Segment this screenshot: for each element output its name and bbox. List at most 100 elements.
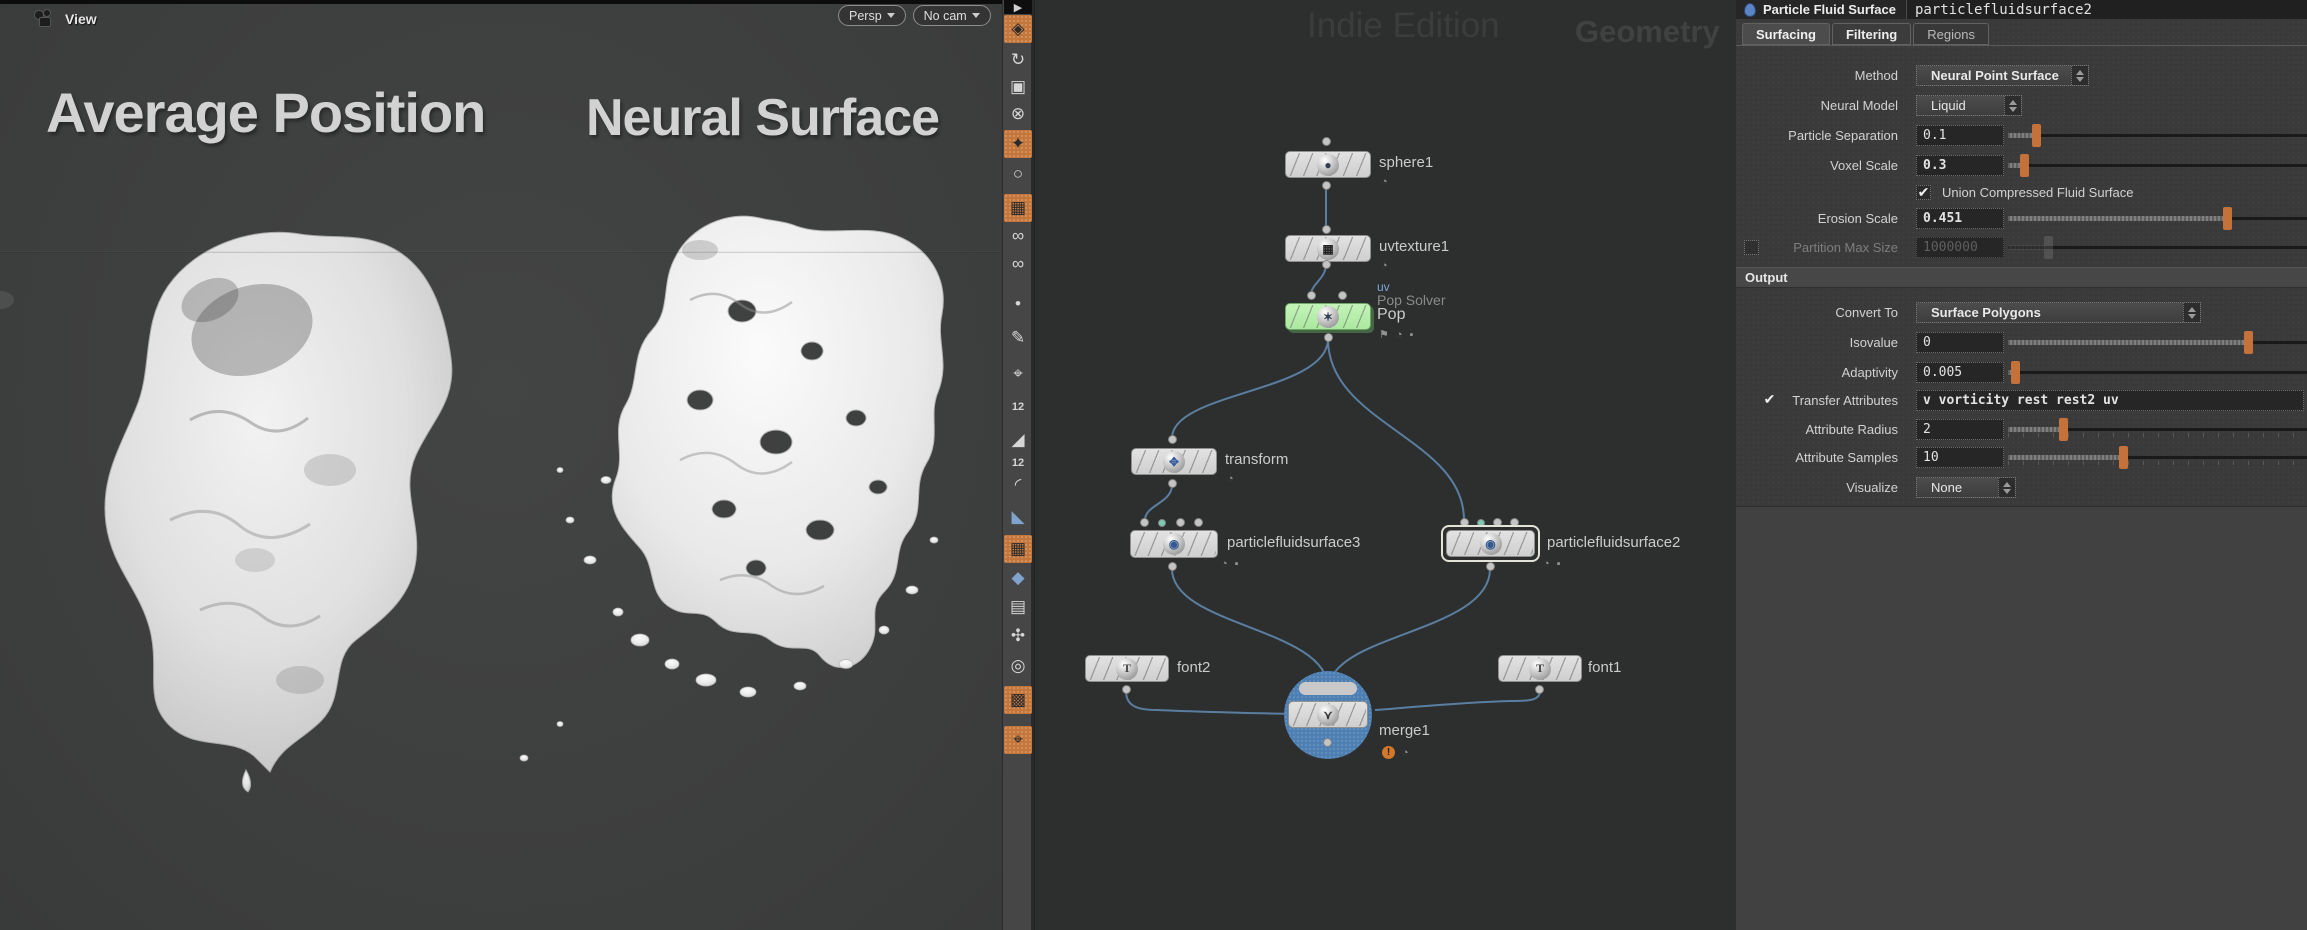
node-output-dot[interactable] (1168, 479, 1177, 488)
lighting-icon[interactable]: ○ (1004, 160, 1032, 188)
clock-badge-icon: ◔ (1543, 558, 1550, 570)
node-input-dot[interactable] (1140, 518, 1149, 527)
wireframe-ghost-icon[interactable]: ▦ (1004, 535, 1032, 563)
clock-badge-icon: ◔ (1396, 329, 1403, 341)
fluid-surface-node-icon: ◉ (1480, 533, 1502, 555)
method-dropdown[interactable]: Neural Point Surface (1916, 65, 2089, 86)
node-name-field[interactable]: particlefluidsurface2 (1906, 0, 2307, 19)
spinner-icon[interactable] (2183, 303, 2200, 322)
node-input-dot[interactable] (1338, 291, 1347, 300)
voxel-scale-slider[interactable] (2008, 155, 2307, 176)
particle-sprites-icon[interactable]: ✣ (1004, 622, 1032, 650)
node-label-pop: Pop (1377, 306, 1405, 324)
smooth-shaded-icon[interactable]: ▦ (1004, 194, 1032, 222)
display-points-icon[interactable]: • (1004, 290, 1032, 318)
point-normals-icon[interactable]: ✎ (1004, 324, 1032, 352)
playbar-expand-icon[interactable]: ▶ (1004, 0, 1032, 14)
disable-lighting-icon[interactable]: ⊗ (1004, 100, 1032, 128)
background-image-icon[interactable]: ▩ (1004, 686, 1032, 714)
node-particlefluidsurface2[interactable]: ◉ (1446, 530, 1535, 557)
particle-separation-slider[interactable] (2008, 125, 2307, 146)
node-output-dot[interactable] (1322, 181, 1331, 190)
overlay-text-icon[interactable]: ◎ (1004, 652, 1032, 680)
spinner-icon[interactable] (2071, 66, 2088, 85)
chevron-down-icon (887, 13, 895, 18)
neural-model-dropdown[interactable]: Liquid (1916, 95, 2022, 116)
scene-viewport[interactable]: View Persp No cam Average Position Neura… (0, 0, 1002, 930)
flag-badge-icon[interactable]: ⚑ (1379, 328, 1389, 341)
node-output-dot[interactable] (1486, 562, 1495, 571)
node-transform[interactable]: ✥ (1131, 448, 1217, 475)
lock-icon[interactable]: ▣ (1004, 73, 1032, 101)
node-input-dot[interactable] (1322, 225, 1331, 234)
adaptivity-field[interactable]: 0.005 (1916, 362, 2004, 383)
erosion-scale-slider[interactable] (2008, 208, 2307, 229)
param-row-union-compressed: ✔ Union Compressed Fluid Surface (1736, 182, 2307, 203)
node-output-dot[interactable] (1322, 260, 1331, 269)
sphere-node-icon: ● (1317, 154, 1339, 176)
node-output-dot[interactable] (1535, 685, 1544, 694)
node-label-font1: font1 (1588, 659, 1621, 676)
isovalue-field[interactable]: 0 (1916, 332, 2004, 353)
node-font2[interactable]: T (1085, 655, 1169, 682)
attribute-radius-field[interactable]: 2 (1916, 419, 2004, 440)
node-input-dot-uv[interactable] (1158, 519, 1166, 527)
node-font1[interactable]: T (1498, 655, 1582, 682)
spinner-icon[interactable] (1998, 478, 2015, 497)
visualize-dropdown[interactable]: None (1916, 477, 2016, 498)
view-tool-icon[interactable]: ◈ (1004, 15, 1032, 43)
clock-badge-icon: ◔ (1221, 558, 1228, 570)
view-tool-indicator[interactable]: View (34, 10, 97, 28)
ghost-objects-icon[interactable]: ∞ (1004, 222, 1032, 250)
node-particlefluidsurface3[interactable]: ◉ (1130, 530, 1218, 558)
warning-badge-icon[interactable]: ! (1382, 746, 1395, 759)
node-input-dot[interactable] (1176, 518, 1185, 527)
transform-node-icon: ✥ (1163, 451, 1185, 473)
network-editor[interactable]: Indie Edition Geometry ● sphere1 ◔ (1035, 0, 1736, 930)
convert-to-dropdown[interactable]: Surface Polygons (1916, 302, 2201, 323)
tab-regions[interactable]: Regions (1913, 23, 1989, 45)
hide-objects-icon[interactable]: ∞ (1004, 250, 1032, 278)
profile-curves-icon[interactable]: ◜ (1004, 471, 1032, 499)
orbit-tool-icon[interactable]: ↻ (1004, 46, 1032, 74)
tab-filtering[interactable]: Filtering (1832, 23, 1911, 45)
attribute-samples-slider[interactable] (2008, 447, 2307, 468)
headlight-icon[interactable]: ✦ (1004, 130, 1032, 158)
param-row-erosion-scale: Erosion Scale 0.451 (1736, 208, 2307, 229)
node-input-dot[interactable] (1194, 518, 1203, 527)
multi-texture-icon[interactable]: ◆ (1004, 564, 1032, 592)
display-flags-icon[interactable]: ▤ (1004, 593, 1032, 621)
isovalue-slider[interactable] (2008, 332, 2307, 353)
node-merge1[interactable]: ⋎ (1288, 701, 1368, 728)
voxel-scale-field[interactable]: 0.3 (1916, 155, 2004, 176)
shaded-normals-icon[interactable]: ◣ (1004, 503, 1032, 531)
node-output-dot[interactable] (1122, 685, 1131, 694)
node-input-dot[interactable] (1307, 291, 1316, 300)
node-output-dot[interactable] (1168, 562, 1177, 571)
parameter-panel: Particle Fluid Surface particlefluidsurf… (1736, 0, 2307, 930)
transfer-attributes-field[interactable]: v vorticity rest rest2 uv (1916, 390, 2304, 411)
union-compressed-checkbox[interactable]: ✔ (1916, 185, 1931, 200)
point-markers-icon[interactable]: ⌖ (1004, 360, 1032, 388)
attribute-samples-field[interactable]: 10 (1916, 447, 2004, 468)
erosion-scale-field[interactable]: 0.451 (1916, 208, 2004, 229)
perspective-menu-button[interactable]: Persp (838, 5, 906, 26)
particle-separation-field[interactable]: 0.1 (1916, 125, 2004, 146)
node-sphere1[interactable]: ● (1285, 151, 1371, 178)
node-output-dot[interactable] (1323, 738, 1332, 747)
clock-badge-icon: ◔ (1227, 473, 1234, 485)
node-input-dot[interactable] (1322, 137, 1331, 146)
clock-badge-icon: ◔ (1381, 176, 1388, 188)
node-pop-solver[interactable]: ✶ (1285, 303, 1371, 330)
camera-handles-icon[interactable]: ⌖ (1004, 726, 1032, 754)
output-section-header[interactable]: Output (1736, 267, 2307, 288)
spinner-icon[interactable] (2004, 96, 2021, 115)
camera-select-button[interactable]: No cam (913, 5, 991, 26)
point-numbers-icon[interactable]: 12 (1004, 393, 1032, 421)
node-output-dot[interactable] (1324, 333, 1333, 342)
tab-surfacing[interactable]: Surfacing (1742, 23, 1830, 45)
adaptivity-slider[interactable] (2008, 362, 2307, 383)
attribute-radius-slider[interactable] (2008, 419, 2307, 440)
node-uvtexture1[interactable]: ▦ (1285, 235, 1371, 262)
node-input-dot[interactable] (1168, 435, 1177, 444)
